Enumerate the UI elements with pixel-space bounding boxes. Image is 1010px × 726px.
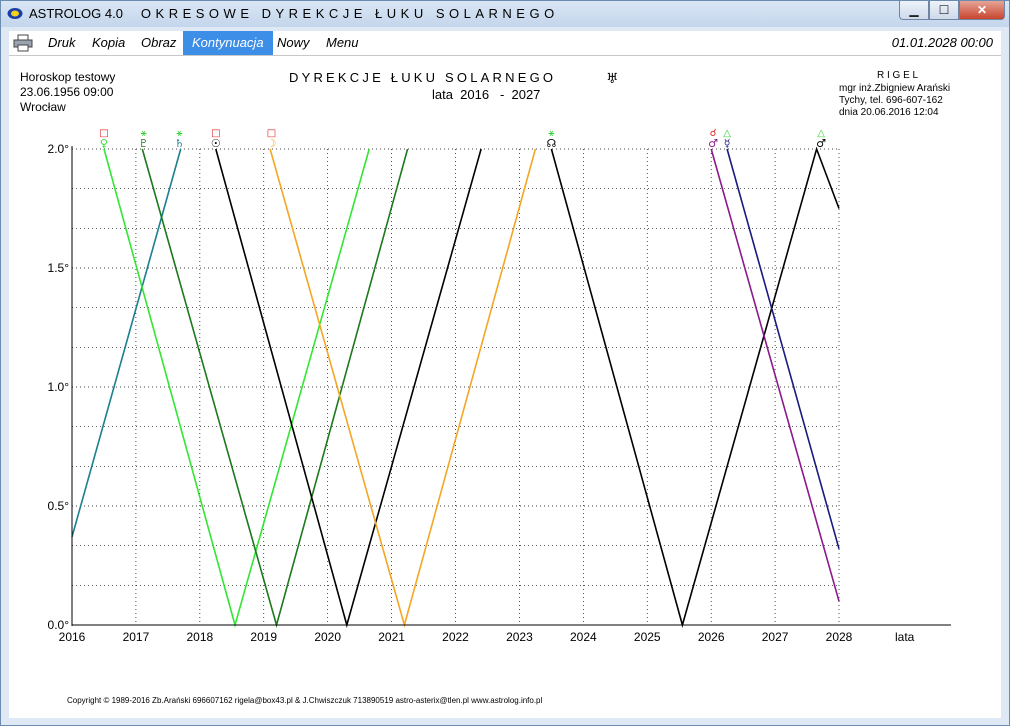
x-tick-label: 2016 (59, 630, 86, 644)
planet-symbol: ☿ (724, 137, 731, 150)
chart-title: DYREKCJE ŁUKU SOLARNEGO (289, 70, 556, 85)
x-tick-label: 2021 (378, 630, 405, 644)
x-tick-label: 2027 (762, 630, 789, 644)
close-button[interactable]: ✕ (959, 1, 1005, 20)
x-axis-label: lata (895, 630, 915, 644)
series-line (550, 146, 840, 628)
chart-svg: DYREKCJE ŁUKU SOLARNEGO ♅ lata 2016 - 20… (48, 70, 951, 644)
aspect-markers: □♀⚹♇⚹♄□☉□☽⚹☊☌♂△☿△♂ (99, 128, 826, 150)
x-tick-label: 2023 (506, 630, 533, 644)
planet-symbol: ☽ (266, 137, 276, 150)
x-tick-label: 2025 (634, 630, 661, 644)
eye-icon (7, 8, 23, 19)
planet-symbol: ♂ (816, 137, 826, 150)
footer-copyright: Copyright © 1989-2016 Zb.Arański 6966071… (67, 696, 543, 705)
x-tick-label: 2018 (186, 630, 213, 644)
window-subtitle: OKRESOWE DYREKCJE ŁUKU SOLARNEGO (140, 6, 559, 21)
planet-symbol: ☉ (211, 137, 221, 150)
chart-subtitle: lata 2016 - 2027 (432, 87, 540, 102)
grid (72, 148, 840, 625)
app-name: ASTROLOG 4.0 (29, 6, 123, 21)
window-title: ASTROLOG 4.0 OKRESOWE DYREKCJE ŁUKU SOLAR… (29, 6, 559, 21)
menu-kopia[interactable]: Kopia (83, 31, 134, 55)
printer-icon[interactable] (13, 34, 33, 52)
axes: 2016 2017 2018 2019 2020 2021 2022 2023 2024 2025… (48, 142, 951, 644)
series-line (71, 148, 182, 538)
series-line (269, 148, 537, 628)
minimize-button[interactable]: ▁ (899, 1, 929, 20)
current-datetime: 01.01.2028 00:00 (891, 35, 993, 50)
menu-druk[interactable]: Druk (39, 31, 84, 55)
planet-symbol: ♀ (100, 137, 108, 150)
x-tick-label: 2024 (570, 630, 597, 644)
menu-nowy[interactable]: Nowy (268, 31, 319, 55)
menu-bar: Druk Kopia Obraz Kontynuacja Nowy Menu 0… (9, 31, 1001, 56)
x-tick-label: 2020 (314, 630, 341, 644)
close-icon: ✕ (976, 3, 988, 17)
x-tick-label: 2017 (123, 630, 150, 644)
y-tick-label: 1.5° (48, 261, 70, 275)
planet-symbol: ♄ (174, 137, 184, 150)
x-tick-label: 2028 (826, 630, 853, 644)
x-tick-label: 2019 (250, 630, 277, 644)
maximize-icon: ☐ (938, 3, 950, 17)
planet-symbol: ♂ (708, 137, 718, 150)
y-tick-label: 0.5° (48, 499, 70, 513)
series-line (141, 148, 409, 628)
planet-symbol: ☊ (546, 137, 556, 150)
x-tick-label: 2022 (442, 630, 469, 644)
title-bar[interactable]: ASTROLOG 4.0 OKRESOWE DYREKCJE ŁUKU SOLAR… (1, 1, 1009, 27)
y-tick-label: 2.0° (48, 142, 70, 156)
minimize-icon: ▁ (909, 3, 919, 17)
y-tick-label: 0.0° (48, 618, 70, 632)
maximize-button[interactable]: ☐ (929, 1, 959, 20)
app-window: ASTROLOG 4.0 OKRESOWE DYREKCJE ŁUKU SOLAR… (0, 0, 1010, 726)
menu-kontynuacja[interactable]: Kontynuacja (183, 31, 273, 55)
chart-canvas: Horoskop testowy 23.06.1956 09:00 Wrocła… (9, 56, 1001, 718)
window-controls: ▁ ☐ ✕ (899, 1, 1005, 21)
x-tick-label: 2026 (698, 630, 725, 644)
y-tick-label: 1.0° (48, 380, 70, 394)
planet-symbol: ♇ (139, 137, 149, 150)
series-line (726, 148, 840, 550)
menu-obraz[interactable]: Obraz (132, 31, 185, 55)
menu-menu[interactable]: Menu (317, 31, 368, 55)
title-symbol: ♅ (606, 71, 619, 87)
